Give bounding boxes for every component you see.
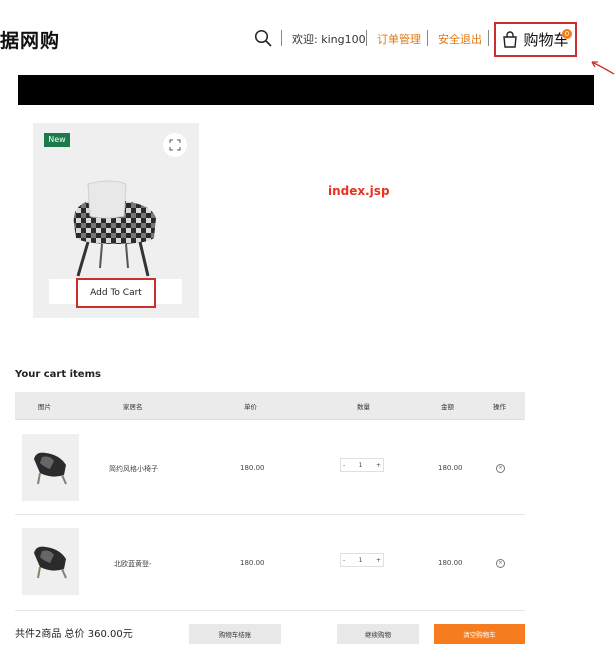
qty-value[interactable]: 1	[359, 557, 363, 564]
cart-summary: 共件2商品 总价 360.00元	[15, 629, 133, 640]
cart-item-image[interactable]	[22, 528, 79, 595]
add-to-cart-button[interactable]: Add To Cart	[76, 278, 156, 308]
quantity-stepper[interactable]: - 1 +	[340, 553, 384, 567]
nav-divider	[488, 30, 489, 46]
cart-title: Your cart items	[15, 369, 101, 380]
site-logo[interactable]: 据网购	[0, 26, 60, 53]
cart-item-price: 180.00	[240, 464, 265, 472]
row-divider	[15, 610, 525, 611]
annotation-label: index.jsp	[328, 184, 390, 198]
top-banner	[18, 75, 594, 105]
nav-divider	[427, 30, 428, 46]
continue-shopping-button[interactable]: 继续购物	[337, 624, 419, 644]
column-header-quantity: 数量	[357, 403, 370, 411]
welcome-text: 欢迎: king100	[292, 33, 366, 46]
nav-divider	[281, 30, 282, 46]
qty-increment[interactable]: +	[376, 462, 381, 469]
remove-icon[interactable]: ×	[496, 559, 505, 568]
qty-decrement[interactable]: -	[343, 557, 345, 564]
chair-thumbnail	[34, 546, 67, 579]
cart-item-amount: 180.00	[438, 464, 463, 472]
qty-value[interactable]: 1	[359, 462, 363, 469]
cart-item-price: 180.00	[240, 559, 265, 567]
column-header-actions: 操作	[493, 403, 506, 411]
qty-decrement[interactable]: -	[343, 462, 345, 469]
qty-increment[interactable]: +	[376, 557, 381, 564]
checkout-cart-button[interactable]: 购物车结账	[189, 624, 281, 644]
cart-item-amount: 180.00	[438, 559, 463, 567]
column-header-image: 图片	[38, 403, 51, 411]
cart-count-badge: 0	[562, 29, 572, 39]
column-header-amount: 金额	[441, 403, 454, 411]
bag-icon	[503, 31, 518, 48]
cart-item-image[interactable]	[22, 434, 79, 501]
cart-item-name: 简约风格小椅子	[109, 465, 158, 473]
cart-button[interactable]: 购物车 0	[494, 22, 577, 57]
column-header-name: 家居名	[123, 403, 143, 411]
orders-link[interactable]: 订单管理	[377, 31, 421, 47]
nav-divider	[366, 30, 367, 46]
cart-item-name: 北欧蓝黄登-	[114, 560, 152, 568]
expand-icon	[169, 139, 181, 151]
quantity-stepper[interactable]: - 1 +	[340, 458, 384, 472]
expand-button[interactable]	[163, 133, 187, 157]
new-badge: New	[44, 133, 70, 147]
logout-link[interactable]: 安全退出	[438, 31, 482, 47]
remove-icon[interactable]: ×	[496, 464, 505, 473]
clear-cart-button[interactable]: 清空购物车	[434, 624, 525, 644]
row-divider	[15, 514, 525, 515]
product-image[interactable]	[66, 178, 164, 278]
search-icon[interactable]	[254, 29, 272, 47]
annotation-arrow	[591, 61, 615, 75]
chair-thumbnail	[34, 452, 67, 485]
column-header-price: 单价	[244, 403, 257, 411]
